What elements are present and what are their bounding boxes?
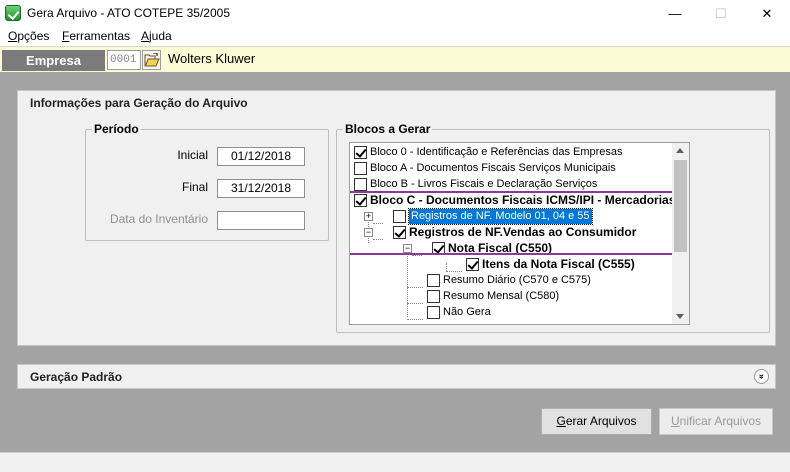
tree-line: [407, 319, 423, 320]
empresa-bar: Empresa 0001 Wolters Kluwer: [0, 46, 790, 72]
tree-scrollbar[interactable]: [672, 143, 689, 324]
title-bar: Gera Arquivo - ATO COTEPE 35/2005 — ☐ ✕: [0, 0, 790, 27]
periodo-title: Período: [92, 122, 141, 136]
main-area: Informações para Geração do Arquivo Perí…: [0, 72, 790, 452]
checkbox[interactable]: [427, 306, 440, 319]
info-panel-header: Informações para Geração do Arquivo: [18, 91, 775, 113]
inventario-date-input[interactable]: [217, 211, 305, 230]
info-panel: Informações para Geração do Arquivo Perí…: [17, 90, 776, 346]
status-bar: [0, 452, 790, 472]
unificar-arquivos-button[interactable]: Unificar Arquivos: [659, 408, 773, 435]
menu-bar: Opções Ferramentas Ajuda: [0, 27, 790, 46]
periodo-group: Período Inicial 01/12/2018 Final 31/12/2…: [85, 122, 329, 241]
close-button[interactable]: ✕: [744, 0, 790, 27]
blocos-title: Blocos a Gerar: [343, 122, 433, 136]
blocos-tree[interactable]: Bloco 0 - Identificação e Referências da…: [349, 142, 690, 325]
tree-line: [407, 303, 423, 304]
final-date-input[interactable]: 31/12/2018: [217, 179, 305, 198]
scroll-thumb[interactable]: [674, 160, 687, 252]
info-panel-title: Informações para Geração do Arquivo: [30, 96, 248, 110]
menu-opcoes[interactable]: Opções: [8, 29, 49, 43]
blocos-group: Blocos a Gerar Bloco 0 - Identificação e…: [336, 122, 770, 333]
checkbox[interactable]: [466, 258, 479, 271]
checkbox[interactable]: [354, 178, 367, 191]
gerar-arquivos-button[interactable]: Gerar Arquivos: [541, 408, 652, 435]
open-folder-icon: [144, 53, 160, 67]
geracao-padrao-panel[interactable]: Geração Padrão »: [17, 364, 776, 389]
tree-line: [412, 255, 422, 256]
highlight-box: [350, 191, 674, 255]
empresa-label: Empresa: [2, 50, 105, 71]
expand-chevron-icon[interactable]: »: [754, 369, 769, 384]
checkbox[interactable]: [354, 162, 367, 175]
checkbox[interactable]: [354, 146, 367, 159]
inventario-label: Data do Inventário: [109, 212, 208, 226]
minimize-button[interactable]: —: [652, 0, 698, 27]
empresa-code-input[interactable]: 0001: [107, 50, 141, 70]
tree-line: [446, 271, 462, 272]
empresa-name: Wolters Kluwer: [168, 51, 256, 66]
checkbox[interactable]: [427, 290, 440, 303]
tree-line: [446, 263, 447, 271]
menu-ajuda[interactable]: Ajuda: [141, 29, 172, 43]
window-title: Gera Arquivo - ATO COTEPE 35/2005: [27, 6, 230, 20]
open-folder-button[interactable]: [142, 50, 161, 70]
final-label: Final: [181, 180, 208, 194]
inicial-date-input[interactable]: 01/12/2018: [217, 147, 305, 166]
tree-line: [407, 247, 408, 317]
scroll-up-icon[interactable]: [676, 148, 684, 153]
checkbox[interactable]: [427, 274, 440, 287]
geracao-padrao-title: Geração Padrão: [30, 370, 123, 384]
menu-ferramentas[interactable]: Ferramentas: [62, 29, 130, 43]
maximize-button[interactable]: ☐: [698, 0, 744, 27]
tree-line: [407, 287, 423, 288]
inicial-label: Inicial: [177, 148, 208, 162]
app-check-icon: [5, 5, 21, 21]
scroll-down-icon[interactable]: [676, 314, 684, 319]
